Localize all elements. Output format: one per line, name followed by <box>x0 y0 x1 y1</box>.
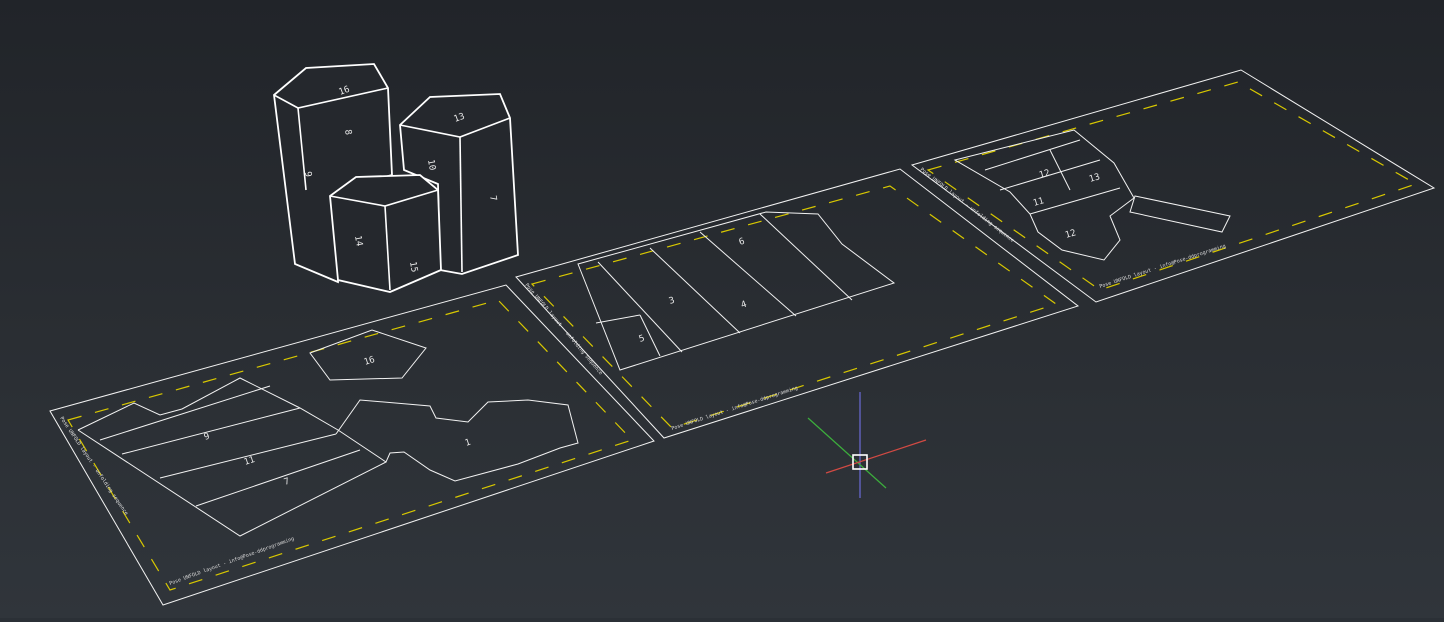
sheet2-label: 3 <box>668 296 676 307</box>
drawing-canvas[interactable]: 9 8 10 7 14 15 16 13 9 11 7 16 1 Pose UN… <box>0 0 1444 618</box>
sheet3-label: 12 <box>1038 168 1051 181</box>
sheet3-label: 13 <box>1088 172 1101 185</box>
sheet1-label: 11 <box>243 455 256 468</box>
layout-sheet-2[interactable]: 3 4 6 5 Pose UNFOLD layout - info@Pose-d… <box>515 168 1080 439</box>
model-space-viewport[interactable]: 9 8 10 7 14 15 16 13 9 11 7 16 1 Pose UN… <box>0 0 1444 618</box>
layout-sheet-3[interactable]: 12 13 11 12 Pose UNFOLD layout - info@Po… <box>910 69 1436 303</box>
face-label: 15 <box>407 261 419 273</box>
sheet3-label: 12 <box>1064 228 1077 241</box>
prism-model[interactable]: 9 8 10 7 14 15 16 13 <box>273 63 519 293</box>
sheet1-label: 7 <box>283 477 291 488</box>
sheet1-label: 16 <box>363 355 376 368</box>
sheet2-side-text: Pose UNFOLD layout - unfolding sequence <box>523 282 603 376</box>
sheet2-label: 6 <box>738 237 746 248</box>
sheet3-side-text: Pose UNFOLD layout - unfolding sequence <box>919 167 1015 244</box>
face-label: 10 <box>425 159 437 171</box>
ucs-y-axis <box>807 417 887 489</box>
sheet1-footer: Pose UNFOLD layout - info@Pose-ddprogram… <box>169 536 296 587</box>
sheet3-label: 11 <box>1032 196 1045 209</box>
ucs-x-axis <box>825 439 927 474</box>
sheet2-label: 5 <box>638 334 646 345</box>
sheet2-label: 4 <box>740 300 748 311</box>
sheet1-label: 9 <box>203 432 211 443</box>
ucs-cursor-icon[interactable] <box>807 392 927 498</box>
prism-front[interactable] <box>329 174 442 293</box>
sheet1-side-text: Pose UNFOLD layout - unfolding sequence <box>58 416 129 517</box>
sheet2-footer: Pose UNFOLD layout - info@Pose-ddprogram… <box>671 385 799 432</box>
sheet1-label: 1 <box>464 438 472 449</box>
sheet3-footer: Pose UNFOLD layout - info@Pose-ddprogram… <box>1099 243 1227 290</box>
face-label: 14 <box>352 235 364 247</box>
